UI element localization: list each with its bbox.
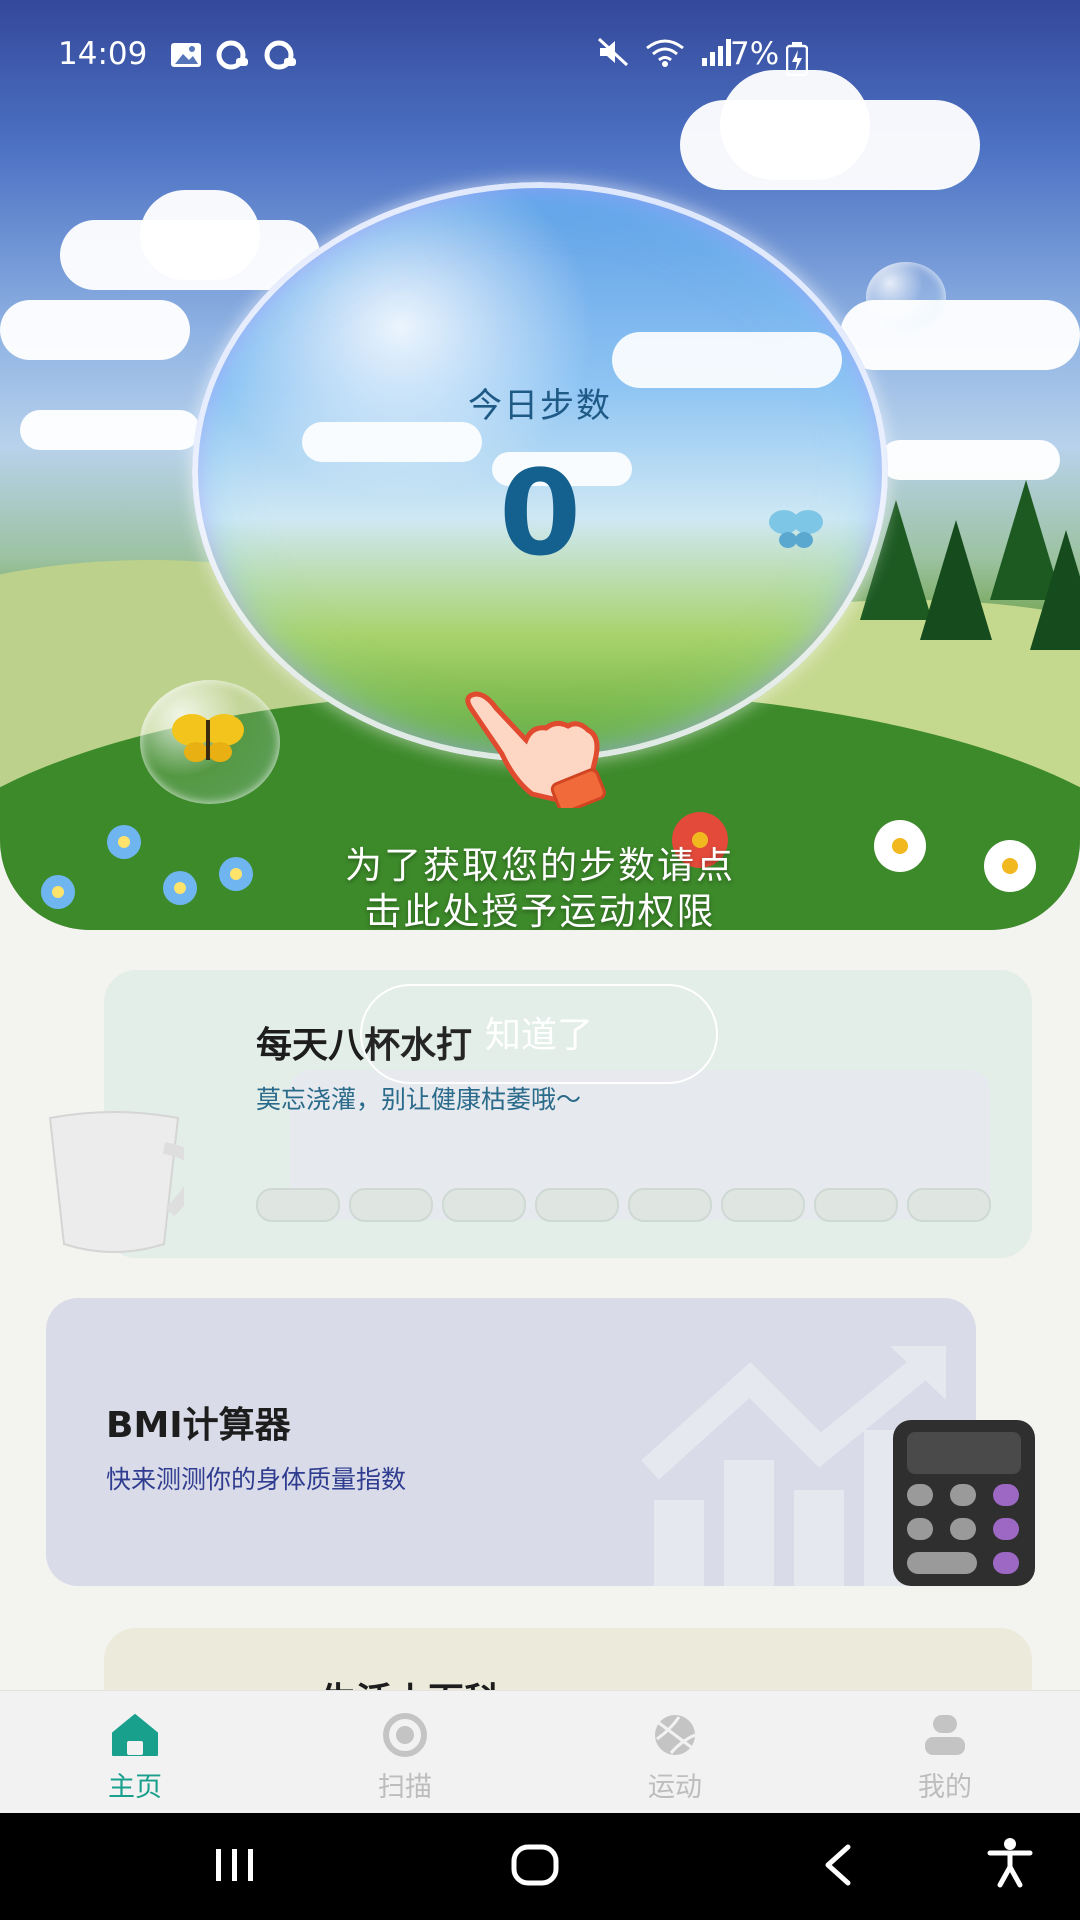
- cloud: [140, 190, 260, 280]
- got-it-button[interactable]: 知道了: [360, 984, 718, 1084]
- water-cup-slot[interactable]: [814, 1188, 898, 1222]
- water-cup-slot[interactable]: [349, 1188, 433, 1222]
- water-cup-slot[interactable]: [535, 1188, 619, 1222]
- tab-scan-label: 扫描: [378, 1772, 432, 1803]
- water-cup-slot[interactable]: [442, 1188, 526, 1222]
- sport-ball-icon: [655, 1715, 696, 1755]
- permission-prompt-line2: 击此处授予运动权限: [364, 890, 716, 930]
- wifi-icon: [646, 39, 684, 67]
- permission-prompt-line1: 为了获取您的步数请点: [345, 844, 735, 887]
- butterfly-icon: [172, 714, 244, 762]
- tab-home-label: 主页: [108, 1772, 162, 1803]
- tab-mine[interactable]: 我的: [865, 1691, 1025, 1814]
- pointing-hand-icon: [465, 691, 606, 808]
- steps-value: 0: [498, 444, 582, 582]
- steps-bubble[interactable]: 今日步数 0: [192, 182, 888, 762]
- water-cup-slot[interactable]: [907, 1188, 991, 1222]
- tab-sport-label: 运动: [648, 1772, 702, 1803]
- signal-icon: [702, 39, 731, 66]
- recent-apps-icon[interactable]: [212, 1843, 258, 1887]
- tab-home[interactable]: 主页: [55, 1691, 215, 1814]
- bottom-tab-bar: 主页 扫描 运动 我的: [0, 1690, 1080, 1814]
- cup-icon: [48, 1111, 184, 1253]
- calculator-icon: [893, 1420, 1035, 1586]
- tab-sport[interactable]: 运动: [595, 1691, 755, 1814]
- image-icon: [171, 43, 201, 67]
- mute-icon: [597, 37, 629, 67]
- water-cup-slot[interactable]: [721, 1188, 805, 1222]
- home-icon: [112, 1714, 158, 1756]
- tab-scan[interactable]: 扫描: [325, 1691, 485, 1814]
- water-cup-slot[interactable]: [628, 1188, 712, 1222]
- steps-label: 今日步数: [468, 386, 612, 426]
- back-icon[interactable]: [818, 1843, 858, 1887]
- bmi-card-title: BMI计算器: [106, 1405, 291, 1446]
- hero-scene: 今日步数 0 为了获取您的步数请点 击此处授予运动权限: [0, 0, 1080, 930]
- water-cup-slot[interactable]: [256, 1188, 340, 1222]
- permission-prompt[interactable]: 为了获取您的步数请点 击此处授予运动权限: [0, 843, 1080, 930]
- tab-mine-label: 我的: [918, 1772, 972, 1803]
- status-time: 14:09: [58, 36, 148, 72]
- scan-icon: [383, 1713, 427, 1757]
- q-app-icon: [264, 40, 296, 70]
- status-bar: 14:09 7%: [0, 30, 1080, 82]
- user-icon: [925, 1715, 965, 1755]
- cloud: [0, 300, 190, 360]
- accessibility-icon[interactable]: [986, 1837, 1034, 1889]
- cloud: [20, 410, 200, 450]
- tree: [920, 520, 992, 640]
- battery-percent: 7%: [730, 36, 780, 72]
- system-nav-bar: [0, 1813, 1080, 1920]
- cloud: [720, 70, 870, 180]
- cloud: [880, 440, 1060, 480]
- small-bubble: [866, 262, 946, 332]
- bmi-card-subtitle: 快来测测你的身体质量指数: [106, 1465, 407, 1494]
- q-app-icon: [216, 40, 248, 70]
- battery-charging-icon: [786, 42, 808, 76]
- home-nav-icon[interactable]: [510, 1843, 560, 1887]
- tree: [1030, 530, 1080, 650]
